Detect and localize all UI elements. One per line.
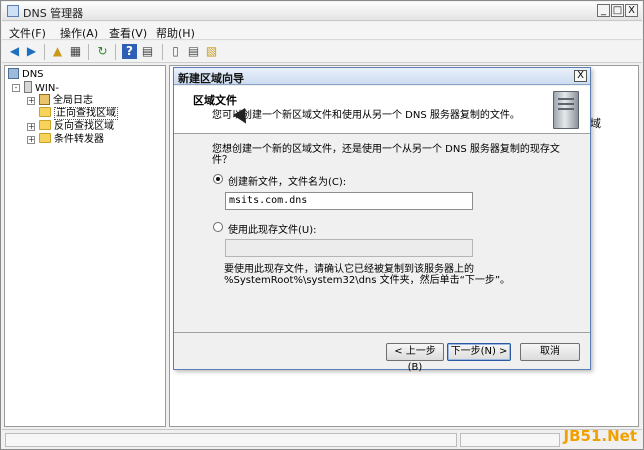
log-icon[interactable]: ▧ xyxy=(204,44,219,59)
tree-node-server[interactable]: WIN- xyxy=(24,81,59,94)
folder-icon xyxy=(39,120,51,130)
status-segment xyxy=(5,433,457,447)
dialog-body: 您想创建一个新的区域文件，还是使用一个从另一个 DNS 服务器复制的现存文件？ … xyxy=(174,135,590,335)
toolbar-separator xyxy=(162,44,163,60)
toolbar-separator xyxy=(44,44,45,60)
expand-toggle-conditional-forwarders[interactable]: + xyxy=(27,136,35,144)
close-button[interactable]: X xyxy=(625,4,638,17)
dialog-title-bar: 新建区域向导 X xyxy=(174,68,590,85)
menu-bar: 文件(F) 操作(A) 查看(V) 帮助(H) xyxy=(2,22,642,40)
dns-root-icon xyxy=(8,68,19,79)
server-tower-icon xyxy=(553,91,579,129)
back-arrow-icon[interactable]: ◀ xyxy=(7,44,22,59)
server-icon[interactable]: ▯ xyxy=(168,44,183,59)
forward-arrow-icon[interactable]: ▶ xyxy=(24,44,39,59)
tree-conditional-forwarders-label: 条件转发器 xyxy=(54,134,104,145)
show-hide-tree-icon[interactable]: ▦ xyxy=(68,44,83,59)
dns-manager-app-icon xyxy=(7,5,19,17)
tree-global-logs-label: 全局日志 xyxy=(53,95,93,106)
list-icon[interactable]: ▤ xyxy=(186,44,201,59)
cancel-button[interactable]: 取消 xyxy=(520,343,580,361)
tree-forward-zones-label: 正向查找区域 xyxy=(54,107,118,120)
expand-toggle-global-logs[interactable]: + xyxy=(27,97,35,105)
folder-icon xyxy=(39,133,51,143)
dialog-subheading: 您可以创建一个新区域文件和使用从另一个 DNS 服务器复制的文件。 xyxy=(212,110,520,121)
wizard-question: 您想创建一个新的区域文件，还是使用一个从另一个 DNS 服务器复制的现存文件？ xyxy=(212,144,560,166)
tree-node-conditional-forwarders[interactable]: 条件转发器 xyxy=(39,133,104,146)
title-bar: DNS 管理器 _ □ X xyxy=(2,2,642,21)
dialog-title: 新建区域向导 xyxy=(178,72,244,85)
dns-manager-window: DNS 管理器 _ □ X 文件(F) 操作(A) 查看(V) 帮助(H) ◀ … xyxy=(0,0,644,450)
maximize-button[interactable]: □ xyxy=(611,4,624,17)
toolbar-separator xyxy=(115,44,116,60)
tree-node-forward-lookup-zones[interactable]: 正向查找区域 xyxy=(39,107,118,120)
refresh-icon[interactable]: ↻ xyxy=(95,44,110,59)
use-existing-file-label: 使用此现存文件(U): xyxy=(228,225,317,236)
tree-reverse-zones-label: 反向查找区域 xyxy=(54,121,114,132)
results-pane-clipped-text: 域 xyxy=(590,117,601,130)
expand-toggle-reverse-zones[interactable]: + xyxy=(27,123,35,131)
tree-server-label: WIN- xyxy=(35,83,59,94)
tree-node-reverse-lookup-zones[interactable]: 反向查找区域 xyxy=(39,120,114,133)
minimize-button[interactable]: _ xyxy=(597,4,610,17)
menu-file[interactable]: 文件(F) xyxy=(9,25,46,41)
menu-help[interactable]: 帮助(H) xyxy=(156,25,195,41)
menu-view[interactable]: 查看(V) xyxy=(109,25,147,41)
toolbar-separator xyxy=(88,44,89,60)
dialog-close-button[interactable]: X xyxy=(574,70,587,82)
next-button[interactable]: 下一步(N) > xyxy=(447,343,511,361)
properties-icon[interactable]: ▤ xyxy=(140,44,155,59)
back-button[interactable]: < 上一步(B) xyxy=(386,343,444,373)
create-new-file-radio[interactable] xyxy=(213,174,223,184)
status-segment xyxy=(460,433,560,447)
global-logs-icon xyxy=(39,94,50,105)
watermark-text: JB51.Net xyxy=(563,427,637,445)
new-file-name-input[interactable]: msits.com.dns xyxy=(225,192,473,210)
status-bar xyxy=(2,429,642,449)
window-controls: _ □ X xyxy=(597,4,638,17)
create-new-file-label: 创建新文件，文件名为(C): xyxy=(228,177,347,188)
collapse-toggle-server[interactable]: - xyxy=(12,84,20,92)
console-tree: DNS - WIN- + 全局日志 正向查找区域 + 反向查找区域 + 条件转发… xyxy=(4,65,166,427)
help-icon[interactable]: ? xyxy=(122,44,137,59)
window-title: DNS 管理器 xyxy=(23,7,84,20)
use-existing-file-radio[interactable] xyxy=(213,222,223,232)
dialog-header: 区域文件 您可以创建一个新区域文件和使用从另一个 DNS 服务器复制的文件。 xyxy=(174,86,590,134)
dialog-footer: < 上一步(B) 下一步(N) > 取消 xyxy=(174,332,590,373)
tree-root-label: DNS xyxy=(22,69,44,80)
toolbar: ◀ ▶ ▲ ▦ ↻ ? ▤ ▯ ▤ ▧ xyxy=(2,41,642,63)
tree-node-global-logs[interactable]: 全局日志 xyxy=(39,94,93,107)
tree-node-dns[interactable]: DNS xyxy=(8,68,44,81)
folder-icon xyxy=(39,107,51,117)
existing-file-input[interactable] xyxy=(225,239,473,257)
up-folder-icon[interactable]: ▲ xyxy=(50,44,65,59)
menu-action[interactable]: 操作(A) xyxy=(60,25,98,41)
existing-file-note: 要使用此现存文件，请确认它已经被复制到该服务器上的 %SystemRoot%\s… xyxy=(224,264,511,286)
server-icon xyxy=(24,81,32,93)
